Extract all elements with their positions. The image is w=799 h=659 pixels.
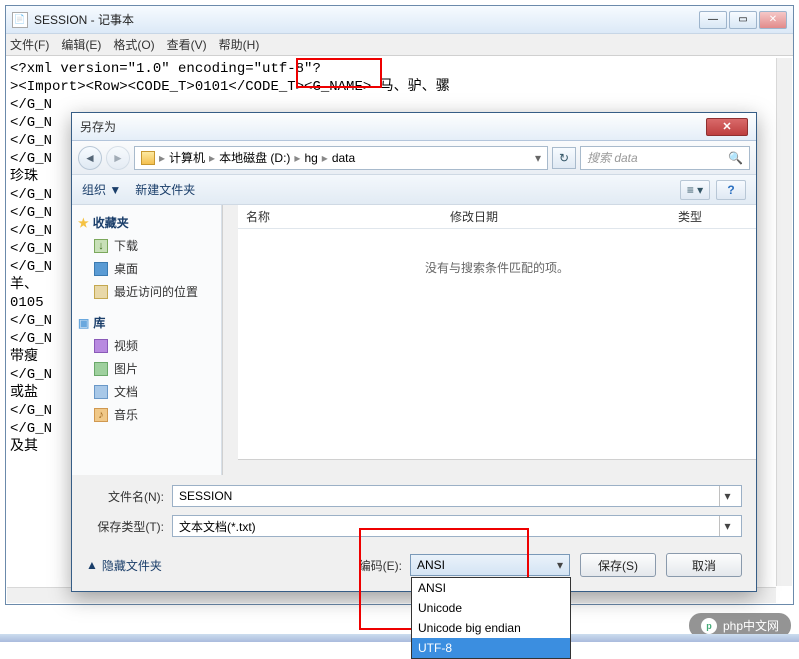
dialog-bottom: 文件名(N): SESSION ▾ 保存类型(T): 文本文档(*.txt) ▾ bbox=[72, 475, 756, 553]
recent-icon bbox=[94, 285, 108, 299]
close-button[interactable]: ✕ bbox=[759, 11, 787, 29]
taskbar bbox=[0, 634, 799, 642]
sidebar-item-recent[interactable]: 最近访问的位置 bbox=[76, 280, 217, 303]
maximize-button[interactable]: ▭ bbox=[729, 11, 757, 29]
library-icon: ▣ bbox=[78, 316, 89, 330]
file-list: 名称 修改日期 类型 没有与搜索条件匹配的项。 bbox=[238, 205, 756, 475]
file-list-header: 名称 修改日期 类型 bbox=[238, 205, 756, 229]
chevron-up-icon: ▲ bbox=[86, 558, 98, 572]
dialog-title: 另存为 bbox=[80, 118, 706, 135]
organize-button[interactable]: 组织 ▼ bbox=[82, 181, 121, 198]
dialog-close-button[interactable]: ✕ bbox=[706, 118, 748, 136]
filename-label: 文件名(N): bbox=[86, 488, 172, 505]
dialog-toolbar: 组织 ▼ 新建文件夹 ≡ ▾ ? bbox=[72, 175, 756, 205]
dialog-actions: ▲ 隐藏文件夹 编码(E): ANSI ▾ ANSI Unicode Unico… bbox=[72, 553, 756, 589]
vertical-scrollbar[interactable] bbox=[776, 58, 792, 586]
chevron-down-icon[interactable]: ▾ bbox=[719, 516, 735, 536]
dialog-navbar: ◄ ► ▸ 计算机 ▸ 本地磁盘 (D:) ▸ hg ▸ data ▾ ↻ 搜索… bbox=[72, 141, 756, 175]
filelist-hscrollbar[interactable] bbox=[238, 459, 756, 475]
picture-icon bbox=[94, 362, 108, 376]
encoding-option-ansi[interactable]: ANSI bbox=[412, 578, 570, 598]
sidebar-item-videos[interactable]: 视频 bbox=[76, 334, 217, 357]
menu-view[interactable]: 查看(V) bbox=[167, 36, 207, 53]
desktop-icon bbox=[94, 262, 108, 276]
search-placeholder: 搜索 data bbox=[587, 149, 638, 166]
music-icon: ♪ bbox=[94, 408, 108, 422]
sidebar-item-desktop[interactable]: 桌面 bbox=[76, 257, 217, 280]
nav-back-button[interactable]: ◄ bbox=[78, 146, 102, 170]
sidebar-scrollbar[interactable] bbox=[222, 205, 238, 475]
folder-icon bbox=[141, 151, 155, 165]
video-icon bbox=[94, 339, 108, 353]
breadcrumb[interactable]: ▸ 计算机 ▸ 本地磁盘 (D:) ▸ hg ▸ data ▾ bbox=[134, 146, 548, 170]
hide-folders-toggle[interactable]: ▲ 隐藏文件夹 bbox=[86, 557, 162, 574]
download-icon: ↓ bbox=[94, 239, 108, 253]
empty-message: 没有与搜索条件匹配的项。 bbox=[238, 229, 756, 459]
breadcrumb-item[interactable]: 本地磁盘 (D:) bbox=[219, 149, 290, 166]
filetype-label: 保存类型(T): bbox=[86, 518, 172, 535]
notepad-icon: 📄 bbox=[12, 12, 28, 28]
save-as-dialog: 另存为 ✕ ◄ ► ▸ 计算机 ▸ 本地磁盘 (D:) ▸ hg ▸ data … bbox=[71, 112, 757, 592]
encoding-option-utf8[interactable]: UTF-8 bbox=[412, 638, 570, 658]
breadcrumb-item[interactable]: hg bbox=[304, 151, 317, 165]
notepad-title: SESSION - 记事本 bbox=[34, 11, 699, 28]
document-icon bbox=[94, 385, 108, 399]
breadcrumb-item[interactable]: 计算机 bbox=[169, 149, 205, 166]
sidebar: ★ 收藏夹 ↓下载 桌面 最近访问的位置 ▣ 库 视频 图片 文档 ♪音乐 bbox=[72, 205, 222, 475]
column-name[interactable]: 名称 bbox=[246, 208, 270, 225]
menu-help[interactable]: 帮助(H) bbox=[219, 36, 260, 53]
encoding-dropdown: ANSI Unicode Unicode big endian UTF-8 bbox=[411, 577, 571, 659]
search-icon: 🔍 bbox=[728, 151, 743, 165]
menu-edit[interactable]: 编辑(E) bbox=[61, 36, 101, 53]
star-icon: ★ bbox=[78, 216, 89, 230]
dialog-titlebar: 另存为 ✕ bbox=[72, 113, 756, 141]
filename-input[interactable]: SESSION ▾ bbox=[172, 485, 742, 507]
nav-forward-button[interactable]: ► bbox=[106, 146, 130, 170]
help-button[interactable]: ? bbox=[716, 180, 746, 200]
column-type[interactable]: 类型 bbox=[678, 208, 702, 225]
encoding-label: 编码(E): bbox=[359, 557, 402, 574]
chevron-down-icon: ▾ bbox=[557, 558, 563, 572]
breadcrumb-item[interactable]: data bbox=[332, 151, 355, 165]
new-folder-button[interactable]: 新建文件夹 bbox=[135, 181, 195, 198]
filetype-select[interactable]: 文本文档(*.txt) ▾ bbox=[172, 515, 742, 537]
sidebar-item-music[interactable]: ♪音乐 bbox=[76, 403, 217, 426]
sidebar-libraries-header[interactable]: ▣ 库 bbox=[76, 311, 217, 334]
sidebar-item-documents[interactable]: 文档 bbox=[76, 380, 217, 403]
php-logo-icon: p bbox=[701, 618, 717, 634]
notepad-titlebar: 📄 SESSION - 记事本 — ▭ ✕ bbox=[6, 6, 793, 34]
encoding-option-unicode-be[interactable]: Unicode big endian bbox=[412, 618, 570, 638]
save-button[interactable]: 保存(S) bbox=[580, 553, 656, 577]
encoding-option-unicode[interactable]: Unicode bbox=[412, 598, 570, 618]
view-mode-button[interactable]: ≡ ▾ bbox=[680, 180, 710, 200]
sidebar-favorites-header[interactable]: ★ 收藏夹 bbox=[76, 211, 217, 234]
encoding-select[interactable]: ANSI ▾ ANSI Unicode Unicode big endian U… bbox=[410, 554, 570, 576]
sidebar-item-pictures[interactable]: 图片 bbox=[76, 357, 217, 380]
refresh-button[interactable]: ↻ bbox=[552, 147, 576, 169]
cancel-button[interactable]: 取消 bbox=[666, 553, 742, 577]
menu-format[interactable]: 格式(O) bbox=[113, 36, 154, 53]
menu-file[interactable]: 文件(F) bbox=[10, 36, 49, 53]
notepad-menubar: 文件(F) 编辑(E) 格式(O) 查看(V) 帮助(H) bbox=[6, 34, 793, 56]
search-input[interactable]: 搜索 data 🔍 bbox=[580, 146, 750, 170]
minimize-button[interactable]: — bbox=[699, 11, 727, 29]
chevron-down-icon[interactable]: ▾ bbox=[719, 486, 735, 506]
dialog-body: ★ 收藏夹 ↓下载 桌面 最近访问的位置 ▣ 库 视频 图片 文档 ♪音乐 bbox=[72, 205, 756, 475]
sidebar-item-downloads[interactable]: ↓下载 bbox=[76, 234, 217, 257]
column-date[interactable]: 修改日期 bbox=[450, 208, 498, 225]
